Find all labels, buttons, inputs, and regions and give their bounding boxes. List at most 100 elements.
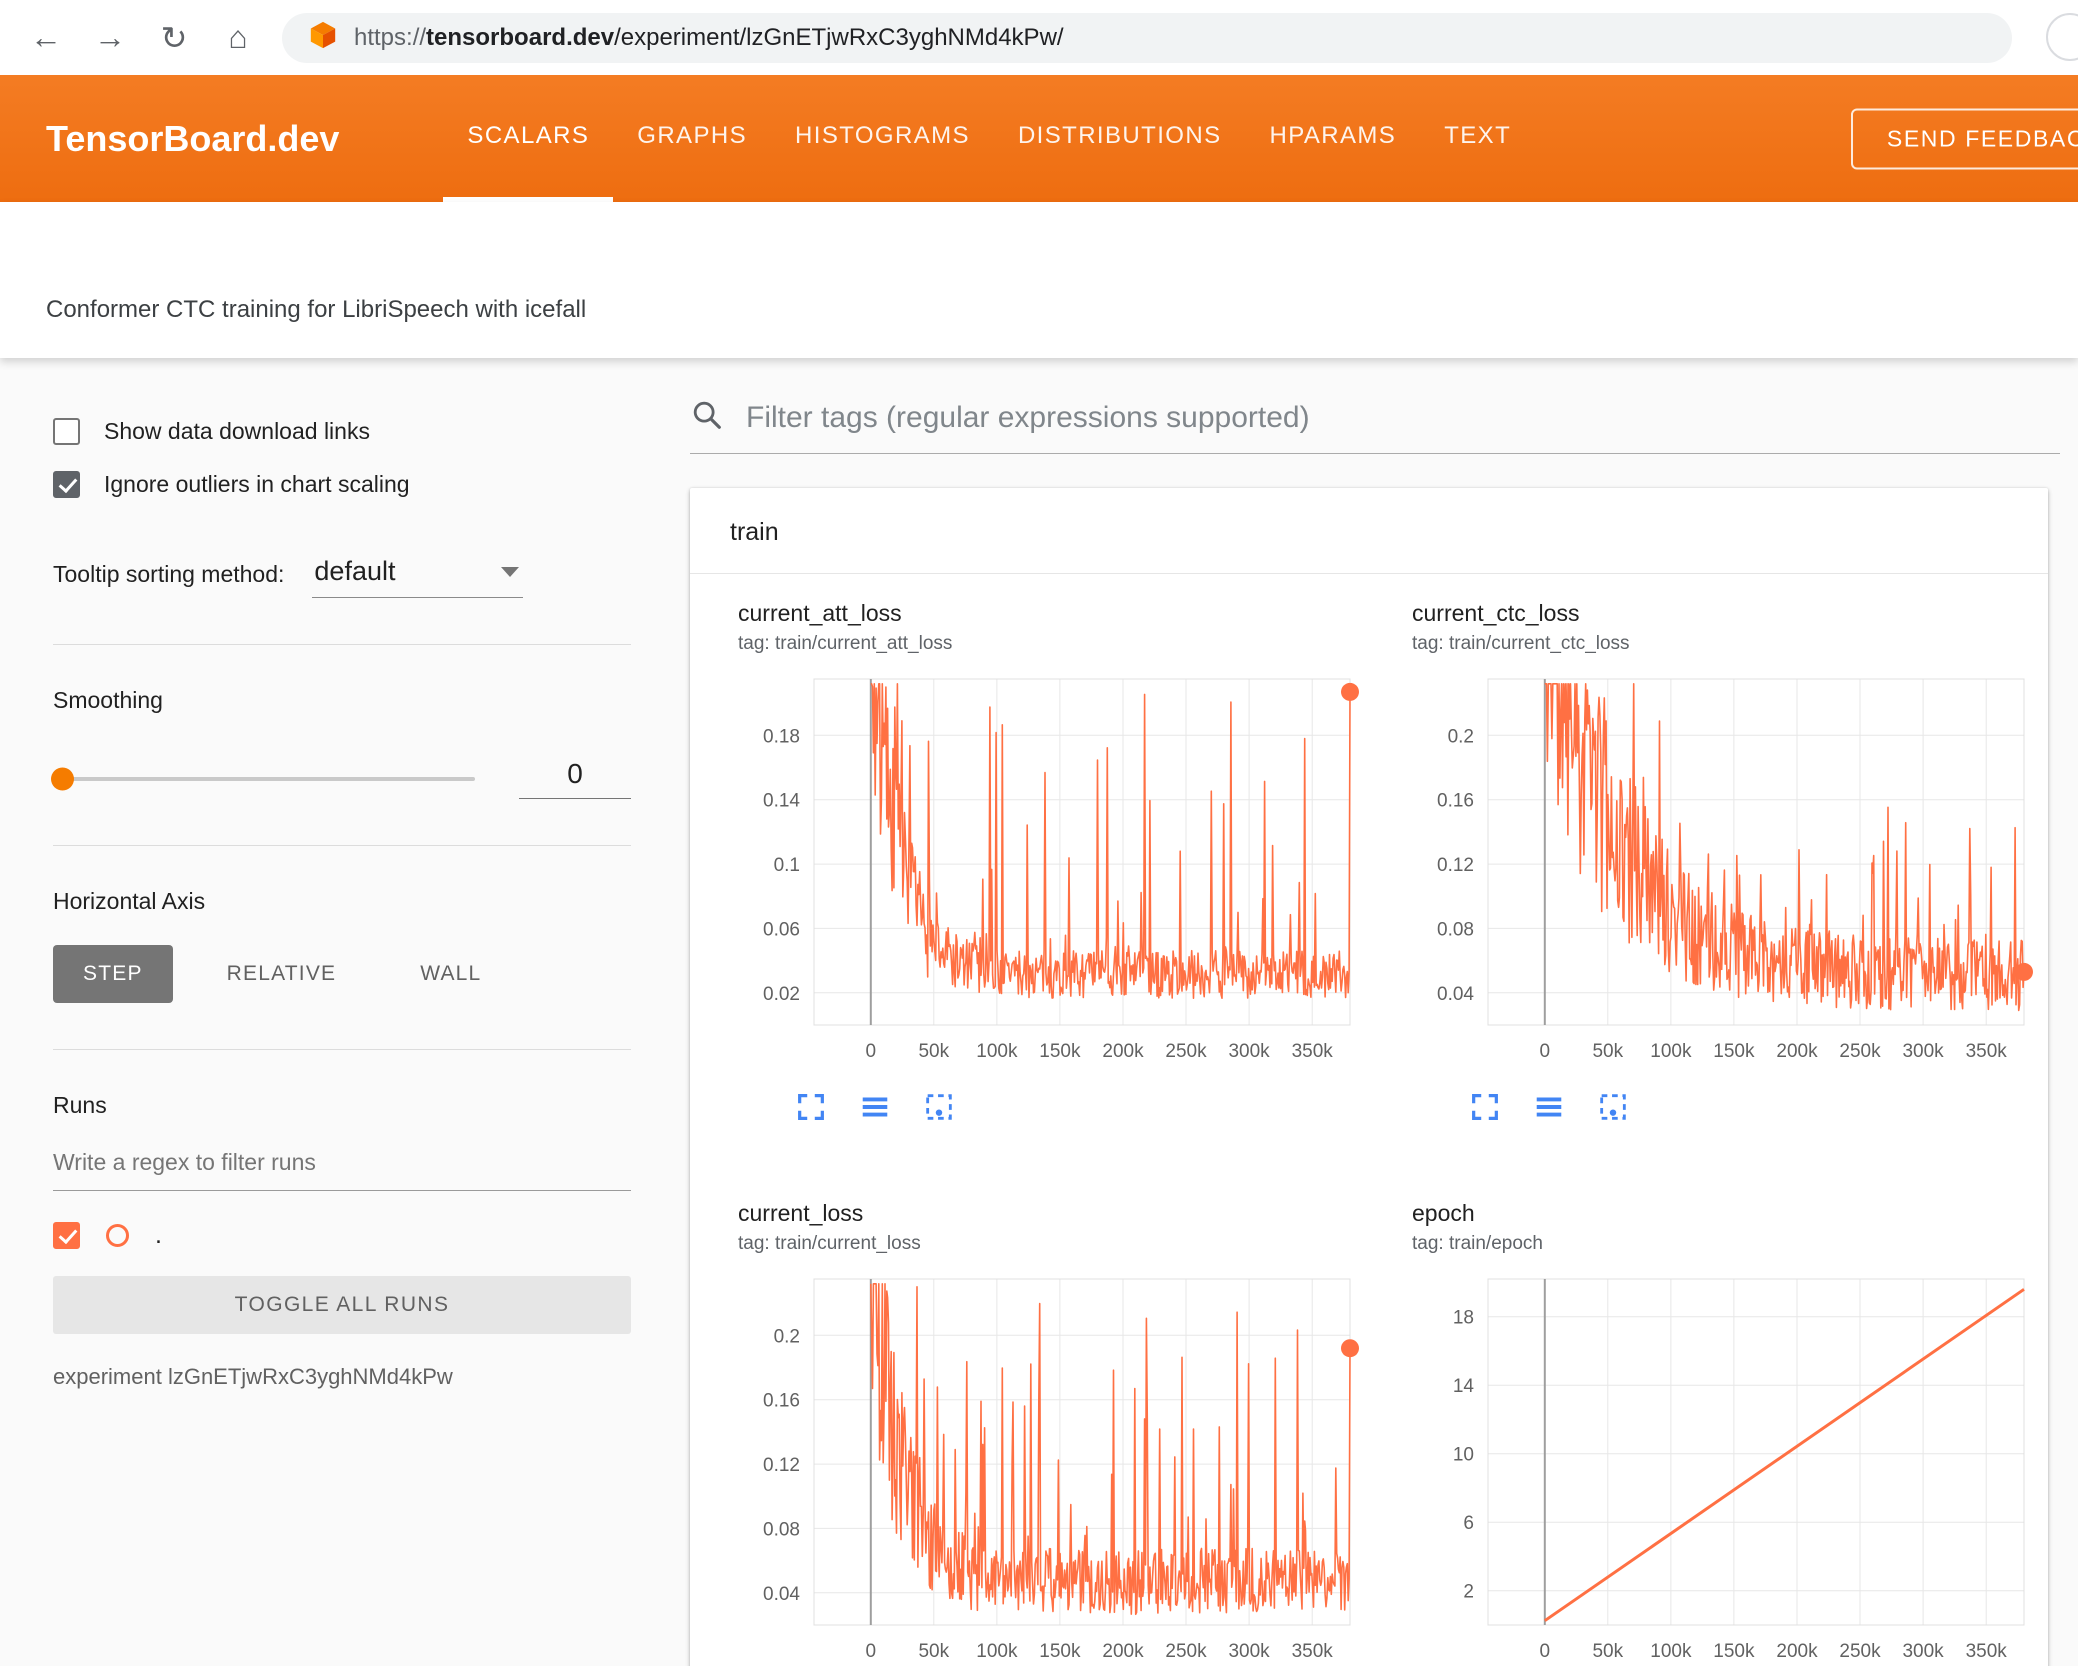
runs-filter-input[interactable] [53,1141,631,1191]
chart-cell-current-att-loss: current_att_loss tag: train/current_att_… [690,600,1364,1124]
app-bar: TensorBoard.dev SCALARS GRAPHS HISTOGRAMS D… [0,75,2078,202]
svg-text:0.06: 0.06 [763,919,800,940]
send-feedback-button[interactable]: SEND FEEDBACK [1850,108,2078,169]
svg-text:6: 6 [1463,1513,1474,1534]
svg-text:0.08: 0.08 [763,1519,800,1540]
svg-text:200k: 200k [1102,1041,1144,1062]
smoothing-label: Smoothing [53,687,163,713]
svg-text:0.1: 0.1 [774,855,800,876]
tab-scalars[interactable]: SCALARS [443,75,614,202]
smoothing-slider[interactable] [51,767,475,790]
run-name: . [155,1221,162,1249]
svg-text:0.12: 0.12 [763,1455,800,1476]
filter-tags-input[interactable] [744,399,2060,436]
toggle-all-runs-button[interactable]: TOGGLE ALL RUNS [53,1276,631,1334]
svg-text:2: 2 [1463,1582,1474,1603]
tab-distributions[interactable]: DISTRIBUTIONS [994,75,1246,202]
experiment-title: Conformer CTC training for LibriSpeech w… [46,296,587,323]
svg-text:0.16: 0.16 [763,1391,800,1412]
svg-text:50k: 50k [918,1641,949,1662]
axis-step-button[interactable]: STEP [53,945,173,1003]
svg-text:100k: 100k [976,1041,1018,1062]
svg-text:50k: 50k [1592,1641,1623,1662]
filter-tags-row [690,398,2060,454]
tooltip-sorting-dropdown[interactable]: default [312,554,524,598]
divider [53,644,631,645]
axis-relative-button[interactable]: RELATIVE [197,945,367,1003]
run-color-swatch[interactable] [106,1224,129,1247]
fullscreen-icon[interactable] [1468,1090,1502,1124]
chart-title: epoch [1412,1200,1475,1226]
svg-text:350k: 350k [1966,1041,2008,1062]
line-chart-current-ctc-loss[interactable]: 0.04 0.08 0.12 0.16 0.2 0 50k 100k 150k 200k 250k 3… [1412,673,2038,1070]
chart-canvas: 0.04 0.08 0.12 0.16 0.2 0 50k 100k 150k 200k 250k 3… [763,1278,1359,1662]
svg-text:300k: 300k [1228,1041,1270,1062]
chart-tag: tag: train/current_att_loss [738,633,953,654]
svg-text:14: 14 [1453,1376,1475,1397]
svg-text:300k: 300k [1902,1641,1944,1662]
back-icon[interactable]: ← [26,19,66,56]
browser-chrome: ← → ↻ ⌂ https://tensorboard.dev/experime… [0,0,2078,75]
fit-domain-icon[interactable] [922,1090,956,1124]
svg-text:0.18: 0.18 [763,726,800,747]
smoothing-slider-thumb[interactable] [51,767,74,790]
fullscreen-icon[interactable] [794,1090,828,1124]
brand-logo: TensorBoard.dev [46,117,340,159]
run-checkbox[interactable] [53,1222,80,1249]
svg-text:150k: 150k [1713,1641,1755,1662]
ignore-outliers-checkbox[interactable] [53,471,80,498]
tensorboard-favicon-icon [308,20,338,55]
home-icon[interactable]: ⌂ [218,19,258,56]
chart-cell-current-loss: current_loss tag: train/current_loss 0.0… [690,1200,1364,1666]
main-panel: train current_att_loss tag: train/curren… [650,358,2078,1666]
svg-text:200k: 200k [1776,1641,1818,1662]
fit-domain-icon[interactable] [1596,1090,1630,1124]
svg-text:10: 10 [1453,1445,1474,1466]
svg-text:300k: 300k [1228,1641,1270,1662]
chevron-down-icon [501,566,520,577]
svg-text:300k: 300k [1902,1041,1944,1062]
show-download-checkbox[interactable] [53,418,80,445]
url-text: https://tensorboard.dev/experiment/lzGnE… [354,23,1064,51]
svg-text:350k: 350k [1292,1041,1334,1062]
svg-text:200k: 200k [1102,1641,1144,1662]
svg-text:0.2: 0.2 [1448,726,1474,747]
axis-wall-button[interactable]: WALL [390,945,511,1003]
avatar[interactable] [2046,13,2078,61]
line-chart-current-att-loss[interactable]: 0.02 0.06 0.1 0.14 0.18 0 50k 100k 150k 200k 250k 3… [738,673,1364,1070]
reload-icon[interactable]: ↻ [154,19,194,57]
svg-text:150k: 150k [1039,1641,1081,1662]
line-chart-current-loss[interactable]: 0.04 0.08 0.12 0.16 0.2 0 50k 100k 150k 200k 250k 3… [738,1273,1364,1666]
chart-cell-current-ctc-loss: current_ctc_loss tag: train/current_ctc_… [1364,600,2038,1124]
svg-text:50k: 50k [1592,1041,1623,1062]
line-chart-epoch[interactable]: 2 6 10 14 18 0 50k 100k 150k 200k 250k 300k 350k [1412,1273,2038,1666]
nav-tabs: SCALARS GRAPHS HISTOGRAMS DISTRIBUTIONS HPAR… [443,75,1535,202]
svg-text:0.14: 0.14 [763,791,800,812]
horizontal-axis-buttons: STEP RELATIVE WALL [53,945,650,1003]
svg-text:18: 18 [1453,1308,1474,1329]
chart-toolbar [1468,1090,2038,1124]
chart-canvas: 0.04 0.08 0.12 0.16 0.2 0 50k 100k 150k 200k 250k 3… [1437,678,2033,1062]
tab-text[interactable]: TEXT [1420,75,1535,202]
data-table-icon[interactable] [1532,1090,1566,1124]
smoothing-value-field[interactable]: 0 [519,758,631,799]
divider [53,1049,631,1050]
train-card: train current_att_loss tag: train/curren… [690,488,2048,1666]
tab-hparams[interactable]: HPARAMS [1245,75,1420,202]
svg-text:0.2: 0.2 [774,1326,800,1347]
forward-icon[interactable]: → [90,19,130,56]
svg-text:250k: 250k [1839,1641,1881,1662]
svg-text:50k: 50k [918,1041,949,1062]
tab-graphs[interactable]: GRAPHS [613,75,771,202]
chart-tag: tag: train/current_ctc_loss [1412,633,1630,654]
address-bar[interactable]: https://tensorboard.dev/experiment/lzGnE… [282,12,2012,63]
svg-text:250k: 250k [1839,1041,1881,1062]
horizontal-axis-label: Horizontal Axis [53,888,206,914]
data-table-icon[interactable] [858,1090,892,1124]
tab-histograms[interactable]: HISTOGRAMS [771,75,994,202]
svg-text:150k: 150k [1713,1041,1755,1062]
tooltip-sorting-value: default [314,556,396,586]
tooltip-sorting-label: Tooltip sorting method: [53,561,285,587]
chart-tag: tag: train/epoch [1412,1233,1543,1254]
svg-text:100k: 100k [1650,1641,1692,1662]
